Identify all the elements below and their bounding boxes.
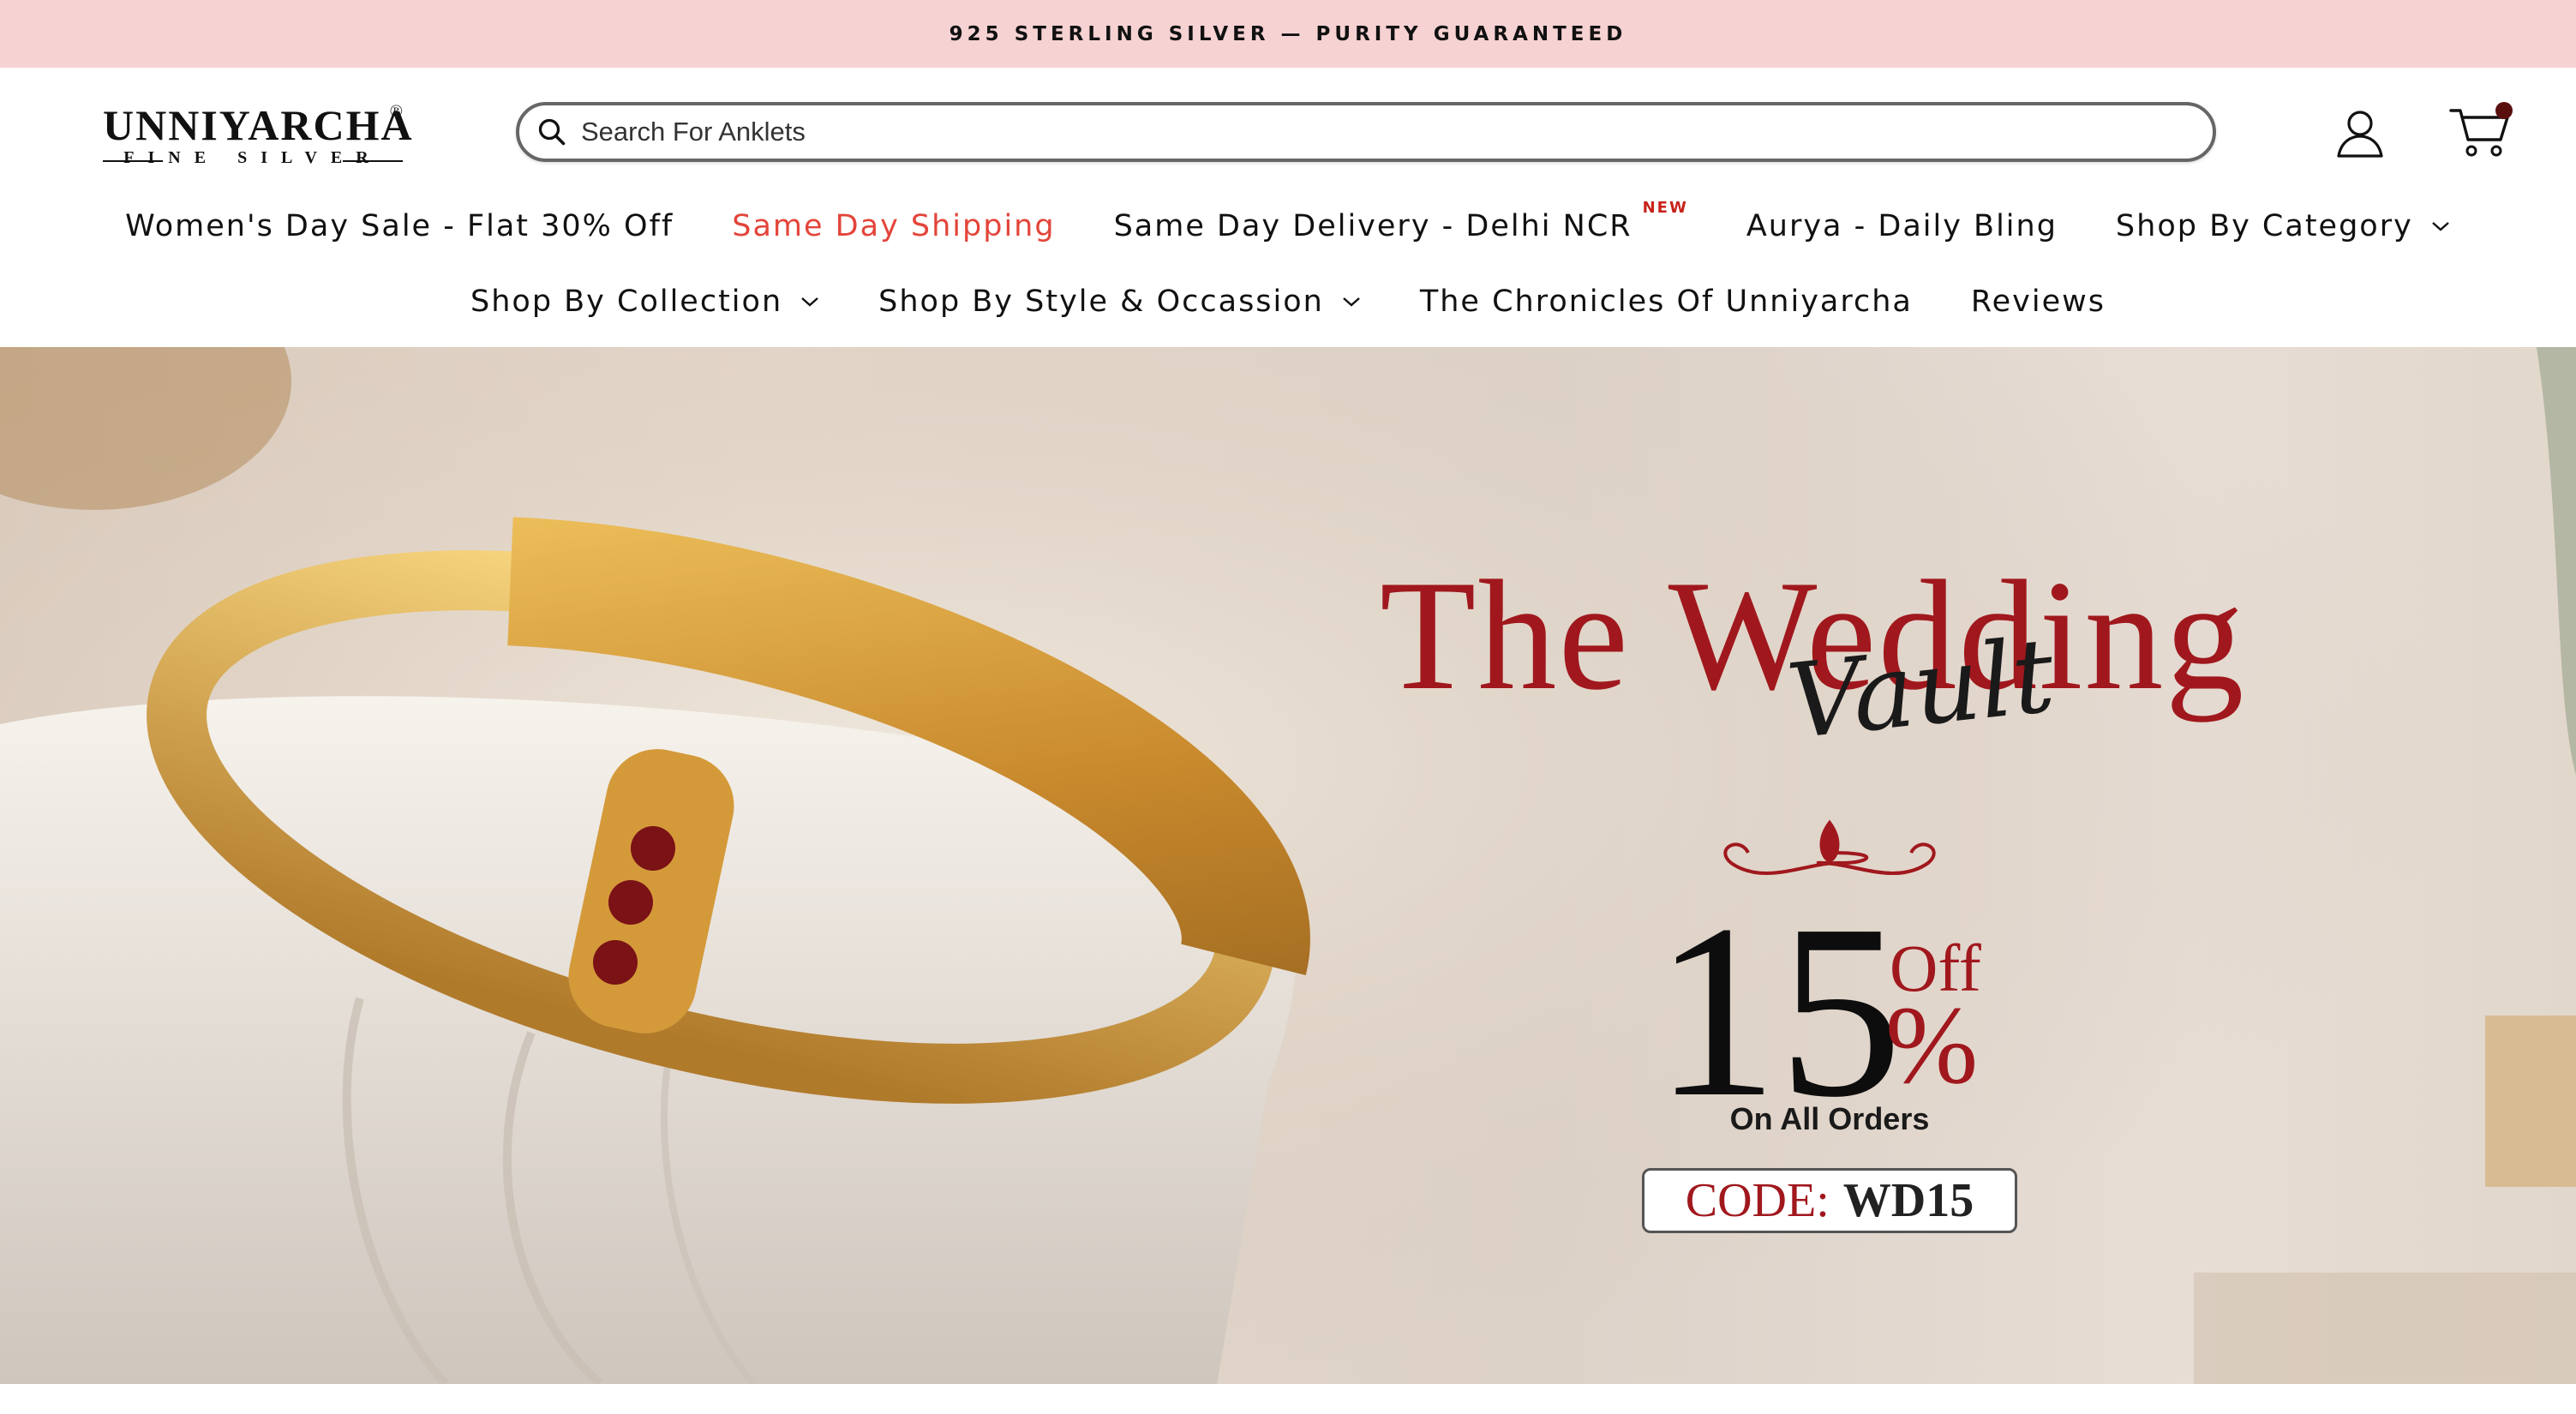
page-bottom-strip [0,1384,2576,1414]
discount-number: 15 [1654,873,1902,1148]
nav-item-same-day-shipping[interactable]: Same Day Shipping [732,209,1055,243]
nav-item-label: Aurya - Daily Bling [1746,209,2058,243]
chevron-down-icon [2432,222,2449,231]
nav-item-aurya[interactable]: Aurya - Daily Bling [1746,209,2058,243]
search-bar[interactable] [516,102,2216,162]
user-icon[interactable] [2334,107,2386,159]
nav-item-shop-by-collection[interactable]: Shop By Collection [470,285,820,319]
main-nav-row-1: Women's Day Sale - Flat 30% Off Same Day… [0,199,2576,248]
announcement-text: 925 STERLING SILVER — PURITY GUARANTEED [949,22,1627,45]
nav-item-shop-by-style[interactable]: Shop By Style & Occassion [878,285,1362,319]
nav-item-womens-day-sale[interactable]: Women's Day Sale - Flat 30% Off [125,209,674,243]
nav-item-label: Same Day Shipping [732,209,1056,243]
nav-item-label: The Chronicles Of Unniyarcha [1419,285,1913,319]
cart-count-badge [2495,102,2513,119]
hero-banner[interactable]: The Wedding Vault 15 Off % On All Orders… [0,347,2576,1384]
logo-subtitle: FINE SILVER [123,148,382,167]
new-badge: NEW [1642,198,1688,217]
nav-item-reviews[interactable]: Reviews [1971,285,2106,319]
promo-code-label: CODE: [1685,1174,1830,1227]
nav-item-shop-by-category[interactable]: Shop By Category [2116,209,2451,243]
hero-bangle-image [0,347,2576,1384]
brand-logo[interactable]: UNNIYARCHA ® FINE SILVER [103,100,414,186]
cart-button[interactable] [2449,102,2513,159]
promo-code-value: WD15 [1842,1174,1974,1227]
promo-code-box[interactable]: CODE: WD15 [1642,1168,2017,1233]
site-header: UNNIYARCHA ® FINE SILVER Women's Day Sal… [0,68,2576,347]
chevron-down-icon [1343,297,1360,307]
nav-item-chronicles[interactable]: The Chronicles Of Unniyarcha [1420,285,1913,319]
nav-item-label: Women's Day Sale - Flat 30% Off [125,209,674,243]
search-icon[interactable] [536,117,567,147]
main-nav-row-2: Shop By Collection Shop By Style & Occas… [0,280,2576,323]
chevron-down-icon [801,297,818,307]
nav-item-label: Shop By Category [2115,209,2413,243]
logo-wordmark: UNNIYARCHA [103,101,414,149]
nav-item-label: Shop By Style & Occassion [878,285,1324,319]
nav-item-label: Reviews [1970,285,2106,319]
discount-subtitle: On All Orders [1729,1101,1930,1136]
discount-percent-sign: % [1885,984,1979,1107]
nav-item-same-day-delivery[interactable]: Same Day Delivery - Delhi NCR NEW [1113,199,1688,244]
logo-registered-mark: ® [389,102,403,121]
announcement-bar: 925 STERLING SILVER — PURITY GUARANTEED [0,0,2576,68]
nav-item-label: Shop By Collection [470,285,783,319]
search-input[interactable] [581,117,2166,147]
nav-item-label: Same Day Delivery - Delhi NCR [1113,209,1632,243]
